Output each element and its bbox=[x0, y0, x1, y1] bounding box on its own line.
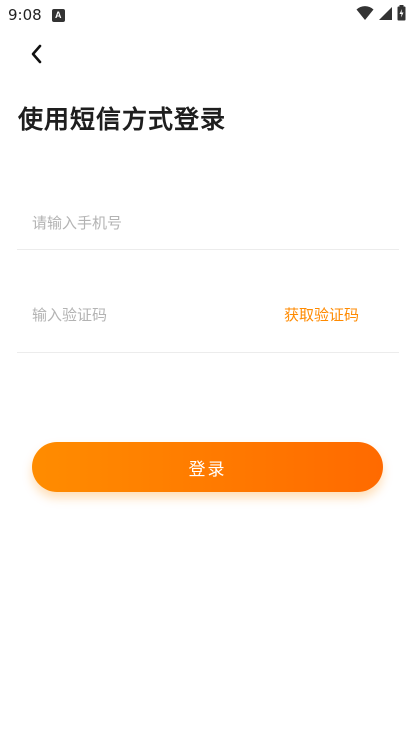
phone-field bbox=[17, 198, 399, 250]
status-bar: 9:08 A bbox=[0, 0, 415, 30]
phone-input[interactable] bbox=[32, 210, 272, 236]
status-left: 9:08 A bbox=[8, 6, 65, 24]
login-screen: 9:08 A 使用短信方式登录 获取验证码 登录 bbox=[0, 0, 415, 739]
battery-icon bbox=[397, 5, 406, 25]
signal-icon bbox=[378, 6, 393, 25]
verification-code-input[interactable] bbox=[32, 302, 272, 328]
wifi-icon bbox=[356, 5, 374, 25]
verification-code-field: 获取验证码 bbox=[17, 290, 399, 353]
notification-badge-icon: A bbox=[51, 8, 65, 22]
get-code-button[interactable]: 获取验证码 bbox=[284, 304, 359, 325]
back-button[interactable] bbox=[22, 40, 50, 68]
login-button[interactable]: 登录 bbox=[32, 442, 383, 492]
page-title: 使用短信方式登录 bbox=[18, 105, 227, 134]
chevron-left-icon bbox=[31, 44, 42, 64]
status-right bbox=[356, 5, 406, 25]
login-button-label: 登录 bbox=[188, 459, 227, 480]
status-time: 9:08 bbox=[8, 6, 42, 24]
